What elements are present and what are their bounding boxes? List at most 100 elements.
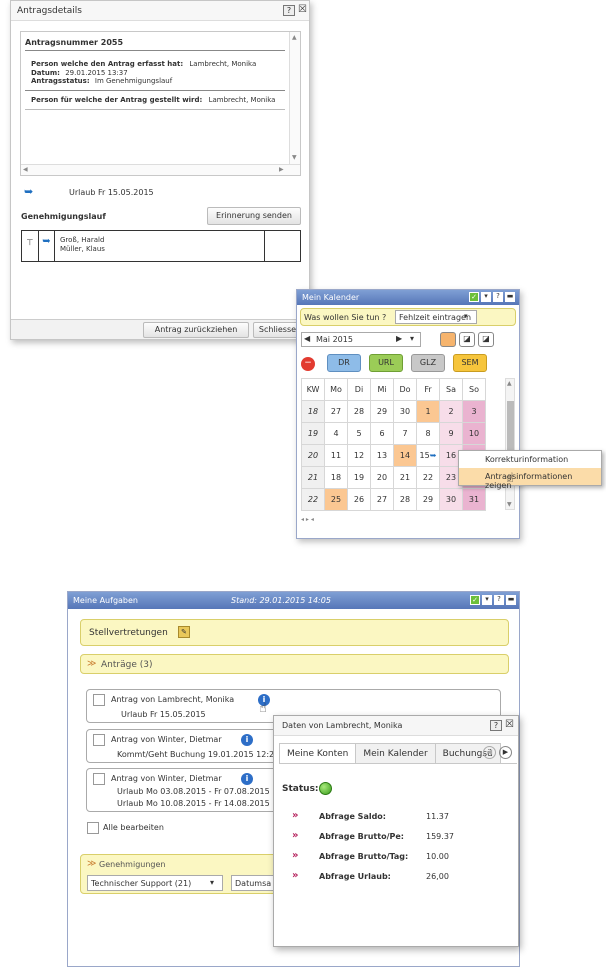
day-cell[interactable]: 29 — [370, 400, 394, 423]
url-button[interactable]: URL — [369, 354, 403, 372]
day-cell[interactable]: 7 — [393, 422, 417, 445]
day-cell[interactable]: 2 — [439, 400, 463, 423]
day-cell[interactable]: 6 — [370, 422, 394, 445]
day-cell[interactable]: 8 — [416, 422, 440, 445]
scroll-left-icon[interactable]: ◀ — [23, 166, 28, 173]
day-cell[interactable]: 5 — [347, 422, 371, 445]
minimize-icon[interactable]: ▬ — [506, 595, 516, 605]
dropdown-icon[interactable]: ▾ — [210, 878, 214, 887]
popup-titlebar: Daten von Lambrecht, Monika ? ☒ — [274, 716, 518, 736]
close-icon[interactable]: ☒ — [298, 4, 307, 15]
glz-button[interactable]: GLZ — [411, 354, 445, 372]
tab-meine-konten[interactable]: Meine Konten — [279, 743, 357, 763]
day-cell[interactable]: 13 — [370, 444, 394, 467]
status-value: Im Genehmigungslauf — [94, 77, 173, 85]
horizontal-scrollbar[interactable]: ◀ ▶ — [21, 164, 300, 175]
day-cell[interactable]: 28 — [393, 488, 417, 511]
day-cell[interactable]: 1 — [416, 400, 440, 423]
scroll-down-icon[interactable]: ▼ — [507, 501, 512, 508]
menu-item-korrekturinformation[interactable]: Korrekturinformation — [459, 451, 601, 468]
refresh-icon[interactable]: ✓ — [470, 595, 480, 605]
next-month-icon[interactable]: ▶ — [396, 334, 402, 343]
calendar-grid: KW Mo Di Mi Do Fr Sa So 18 27 28 29 30 1… — [301, 378, 486, 511]
day-cell[interactable]: 12 — [347, 444, 371, 467]
prev-month-icon[interactable]: ◀ — [304, 334, 310, 343]
request-arrow-icon: ➥ — [24, 185, 34, 198]
no-entry-icon[interactable]: − — [301, 357, 315, 371]
genehmigungslauf-heading: Genehmigungslauf — [21, 212, 106, 221]
support-value: Technischer Support (21) — [91, 879, 192, 888]
expand-icon[interactable]: ≫ — [87, 659, 96, 669]
day-cell[interactable]: 31 — [462, 488, 486, 511]
tab-prev-icon[interactable]: ◀ — [483, 746, 496, 759]
day-cell[interactable]: 30 — [439, 488, 463, 511]
day-cell[interactable]: 3 — [462, 400, 486, 423]
settings-icon[interactable]: ▾ — [482, 595, 492, 605]
refresh-icon[interactable]: ✓ — [469, 292, 479, 302]
vertical-scrollbar[interactable]: ▲ ▼ — [289, 32, 300, 164]
item-checkbox[interactable] — [93, 694, 105, 706]
month-dropdown-icon[interactable]: ▾ — [410, 334, 414, 343]
scroll-up-icon[interactable]: ▲ — [507, 380, 512, 387]
view-toggle-month-icon[interactable]: ◪ — [478, 332, 494, 347]
antraege-panel[interactable]: ≫ Anträge (3) — [80, 654, 509, 674]
day-cell[interactable]: 26 — [347, 488, 371, 511]
day-cell[interactable]: 21 — [393, 466, 417, 489]
header-so: So — [462, 378, 486, 401]
support-select[interactable]: Technischer Support (21) ▾ — [87, 875, 223, 891]
menu-item-antragsinformationen[interactable]: Antragsinformationen zeigen — [459, 468, 601, 490]
calendar-hscroll[interactable]: ◂ ▸ ◂ — [301, 516, 505, 524]
scroll-right-icon[interactable]: ▶ — [279, 166, 284, 173]
day-cell-selected[interactable]: 15➥ — [416, 444, 440, 467]
day-cell[interactable]: 11 — [324, 444, 348, 467]
day-cell[interactable]: 27 — [370, 488, 394, 511]
minimize-icon[interactable]: ▬ — [505, 292, 515, 302]
expand-icon[interactable]: ≫ — [87, 859, 96, 869]
day-cell[interactable]: 14 — [393, 444, 417, 467]
item-checkbox[interactable] — [93, 734, 105, 746]
calendar-scrollbar[interactable]: ▲ ▼ — [505, 378, 515, 510]
alle-bearbeiten-checkbox[interactable] — [87, 822, 99, 834]
item-checkbox[interactable] — [93, 773, 105, 785]
scroll-thumb[interactable] — [507, 401, 514, 457]
day-cell[interactable]: 19 — [347, 466, 371, 489]
day-cell[interactable]: 29 — [416, 488, 440, 511]
day-cell[interactable]: 30 — [393, 400, 417, 423]
help-icon[interactable]: ? — [494, 595, 504, 605]
day-cell[interactable]: 22 — [416, 466, 440, 489]
context-menu: Korrekturinformation Antragsinformatione… — [458, 450, 602, 490]
day-cell[interactable]: 10 — [462, 422, 486, 445]
info-icon[interactable]: i — [241, 734, 253, 746]
antrag-zurueckziehen-button[interactable]: Antrag zurückziehen — [143, 322, 249, 338]
day-cell[interactable]: 20 — [370, 466, 394, 489]
help-icon[interactable]: ? — [283, 5, 295, 16]
scroll-down-icon[interactable]: ▼ — [292, 154, 297, 161]
help-icon[interactable]: ? — [493, 292, 503, 302]
day-cell[interactable]: 4 — [324, 422, 348, 445]
info-icon[interactable]: i — [241, 773, 253, 785]
help-icon[interactable]: ? — [490, 720, 502, 731]
erinnerung-senden-button[interactable]: Erinnerung senden — [207, 207, 301, 225]
settings-icon[interactable]: ▾ — [481, 292, 491, 302]
dropdown-icon[interactable]: ▾ — [464, 312, 468, 320]
fehlzeit-select[interactable]: Fehlzeit eintragen ▾ — [395, 310, 477, 324]
close-icon[interactable]: ☒ — [505, 719, 514, 730]
day-cell[interactable]: 27 — [324, 400, 348, 423]
view-toggle-week-icon[interactable]: ◪ — [459, 332, 475, 347]
dr-button[interactable]: DR — [327, 354, 361, 372]
day-cell[interactable]: 28 — [347, 400, 371, 423]
hand-cursor-icon: ☝ — [506, 471, 514, 486]
view-toggle-orange-icon[interactable] — [440, 332, 456, 347]
konto-label: Abfrage Saldo: — [319, 812, 387, 821]
tab-mein-kalender[interactable]: Mein Kalender — [355, 743, 436, 763]
stellvertretungen-panel[interactable]: Stellvertretungen ✎ — [80, 619, 509, 646]
edit-icon[interactable]: ✎ — [178, 626, 190, 638]
day-cell[interactable]: 9 — [439, 422, 463, 445]
tab-next-icon[interactable]: ▶ — [499, 746, 512, 759]
day-cell[interactable]: 25 — [324, 488, 348, 511]
header-mo: Mo — [324, 378, 348, 401]
scroll-left-icon[interactable]: ◂ ▸ ◂ — [301, 516, 314, 523]
scroll-up-icon[interactable]: ▲ — [292, 34, 297, 41]
day-cell[interactable]: 18 — [324, 466, 348, 489]
sem-button[interactable]: SEM — [453, 354, 487, 372]
